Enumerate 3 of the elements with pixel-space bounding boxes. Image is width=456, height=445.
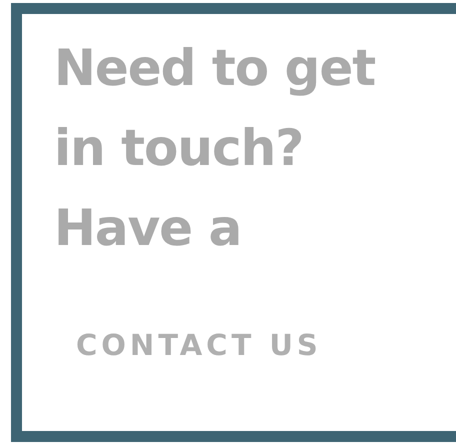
contact-button[interactable]: CONTACT US: [66, 320, 332, 372]
subheading: Have a: [54, 198, 242, 259]
heading: Need to get in touch?: [54, 38, 376, 179]
